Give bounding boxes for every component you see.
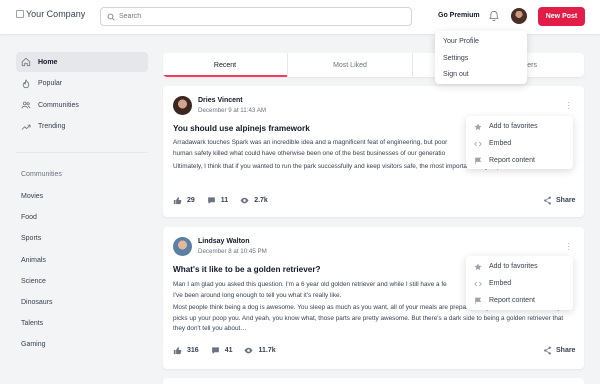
sidebar-item-trending[interactable]: Trending	[16, 117, 148, 137]
sidebar-item-label: Trending	[38, 123, 66, 130]
search-input[interactable]	[119, 13, 399, 20]
post-date[interactable]: December 8 at 10:45 PM	[198, 248, 267, 255]
star-icon	[474, 123, 482, 130]
menu-item-label: Report content	[489, 157, 535, 164]
author-avatar[interactable]	[173, 237, 192, 256]
company-logo[interactable]: Your Company	[16, 9, 85, 19]
post-author[interactable]: Dries Vincent	[198, 97, 243, 104]
tab-recent[interactable]: Recent	[163, 53, 288, 77]
more-options-icon[interactable]: · · ·	[567, 240, 570, 254]
menu-item-label: Add to favorites	[489, 123, 538, 130]
community-link-talents[interactable]: Talents	[21, 313, 53, 334]
post-author[interactable]: Lindsay Walton	[198, 238, 249, 245]
like-count: 316	[187, 347, 199, 354]
post-stats: 29 11 2.7k	[173, 196, 280, 205]
logo-alt-text: Your Company	[26, 9, 86, 19]
views-stat: 11.7k	[244, 346, 276, 355]
community-link-sports[interactable]: Sports	[21, 228, 53, 249]
share-label: Share	[556, 347, 576, 354]
communities-heading: Communities	[21, 171, 62, 178]
like-button[interactable]: 316	[173, 346, 199, 355]
menu-item-label: Embed	[489, 140, 512, 147]
sidebar: Home Popular Communities Trending Commun…	[16, 52, 148, 348]
flag-icon	[475, 297, 482, 304]
sidebar-item-label: Popular	[38, 80, 63, 87]
menu-item-report-content[interactable]: Report content	[466, 292, 573, 309]
menu-item-label: Report content	[489, 297, 535, 304]
sidebar-item-label: Communities	[38, 101, 79, 109]
flag-icon	[475, 157, 482, 164]
sidebar-item-home[interactable]: Home	[16, 52, 148, 72]
tab-most-liked[interactable]: Most Liked	[288, 53, 413, 77]
view-count: 11.7k	[258, 347, 276, 354]
reply-count: 41	[224, 347, 233, 354]
users-icon	[21, 101, 31, 109]
menu-item-your-profile[interactable]: Your Profile	[435, 34, 527, 51]
menu-item-embed[interactable]: Embed	[466, 135, 573, 152]
menu-item-sign-out[interactable]: Sign out	[435, 67, 527, 84]
share-label: Share	[556, 197, 576, 204]
sidebar-item-label: Home	[38, 58, 58, 66]
author-avatar[interactable]	[173, 96, 192, 115]
post-options-menu: Add to favorites Embed Report content	[466, 116, 573, 169]
menu-item-embed[interactable]: Embed	[466, 275, 573, 292]
like-button[interactable]: 29	[173, 196, 195, 205]
share-button[interactable]: Share	[543, 346, 575, 355]
post-options-menu: Add to favorites Embed Report content	[466, 256, 573, 310]
star-icon	[474, 263, 482, 270]
community-link-science[interactable]: Science	[21, 271, 53, 292]
flame-icon	[22, 79, 30, 88]
search-box[interactable]	[100, 7, 412, 26]
sidebar-divider	[16, 152, 148, 153]
menu-item-settings[interactable]: Settings	[435, 51, 527, 68]
sidebar-item-communities[interactable]: Communities	[16, 95, 148, 115]
post-title[interactable]: What's it like to be a golden retriever?	[173, 265, 321, 274]
share-icon	[544, 346, 551, 355]
code-icon	[474, 281, 482, 286]
menu-item-add-to-favorites[interactable]: Add to favorites	[466, 118, 573, 135]
new-post-button[interactable]: New Post	[538, 7, 585, 26]
profile-dropdown: Your Profile Settings Sign out	[435, 31, 527, 84]
reply-count: 11	[220, 197, 229, 204]
reply-button[interactable]: 11	[207, 196, 228, 205]
community-link-gaming[interactable]: Gaming	[21, 334, 53, 355]
post-title[interactable]: You should use alpinejs framework	[173, 124, 310, 133]
eye-icon	[240, 197, 249, 204]
user-avatar[interactable]	[511, 8, 527, 24]
thumbs-up-icon	[173, 197, 182, 205]
post-stats: 316 41 11.7k	[173, 346, 288, 355]
community-list: Movies Food Sports Animals Science Dinos…	[21, 186, 53, 356]
chat-bubble-icon	[211, 347, 219, 354]
eye-icon	[245, 347, 253, 354]
menu-item-report-content[interactable]: Report content	[466, 152, 573, 169]
go-premium-link[interactable]: Go Premium	[438, 12, 480, 19]
trending-icon	[21, 124, 31, 130]
search-icon	[107, 13, 115, 21]
menu-item-label: Add to favorites	[489, 263, 538, 270]
community-link-food[interactable]: Food	[21, 207, 53, 228]
community-link-dinosaurs[interactable]: Dinosaurs	[21, 292, 53, 313]
chat-bubble-icon	[207, 197, 215, 204]
thumbs-up-icon	[173, 347, 182, 355]
top-header: Your Company Go Premium New Post	[0, 0, 600, 34]
view-count: 2.7k	[254, 197, 268, 204]
share-icon	[544, 196, 551, 205]
community-link-movies[interactable]: Movies	[21, 186, 53, 207]
menu-item-label: Embed	[489, 280, 512, 287]
code-icon	[474, 141, 482, 146]
views-stat: 2.7k	[240, 196, 268, 205]
sidebar-item-popular[interactable]: Popular	[16, 74, 148, 94]
broken-image-icon	[16, 10, 24, 18]
reply-button[interactable]: 41	[211, 346, 233, 355]
more-options-icon[interactable]: · · ·	[567, 99, 570, 113]
post-card	[163, 378, 584, 384]
community-link-animals[interactable]: Animals	[21, 250, 53, 271]
post-date[interactable]: December 9 at 11:43 AM	[198, 107, 266, 114]
share-button[interactable]: Share	[543, 196, 575, 205]
bell-icon[interactable]	[489, 10, 499, 22]
menu-item-add-to-favorites[interactable]: Add to favorites	[466, 258, 573, 275]
like-count: 29	[187, 197, 195, 204]
home-icon	[21, 57, 31, 67]
